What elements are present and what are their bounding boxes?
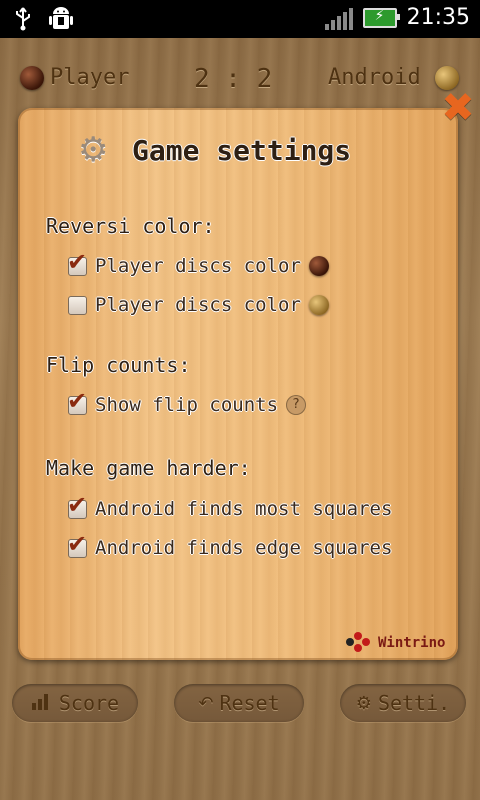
android-debug-icon xyxy=(48,6,74,36)
close-icon[interactable]: ✖ xyxy=(440,88,476,128)
checkbox[interactable]: ✔ xyxy=(67,530,87,558)
settings-panel xyxy=(18,108,458,660)
gear-icon: ⚙ xyxy=(78,130,109,170)
option-label: Show flip counts xyxy=(95,394,279,416)
option-player-discs-dark[interactable]: ✔ Player discs color xyxy=(67,248,329,280)
undo-icon: ↶ xyxy=(198,692,214,714)
brand-mark-icon xyxy=(346,632,372,654)
signal-icon xyxy=(324,6,353,30)
option-label: Android finds edge squares xyxy=(95,537,393,559)
settings-button-label: Setti. xyxy=(377,691,451,715)
option-label: Player discs color xyxy=(95,255,301,277)
score-header: Player 2 : 2 Android xyxy=(0,62,480,98)
clock: 21:35 xyxy=(406,5,470,30)
option-android-edge-squares[interactable]: ✔ Android finds edge squares xyxy=(67,530,393,562)
page-title: Game settings xyxy=(132,134,352,167)
android-label: Android xyxy=(328,65,421,90)
score-button-label: Score xyxy=(58,691,120,715)
check-icon: ✔ xyxy=(67,529,88,558)
bar-chart-icon xyxy=(31,691,53,716)
option-label: Player discs color xyxy=(95,294,301,316)
check-icon: ✔ xyxy=(67,490,88,519)
score-display: 2 : 2 xyxy=(194,64,273,94)
status-bar: ⚡ 21:35 xyxy=(0,0,480,38)
option-player-discs-light[interactable]: Player discs color xyxy=(68,291,329,319)
checkbox[interactable]: ✔ xyxy=(67,248,87,276)
settings-button[interactable]: ⚙ Setti. xyxy=(340,684,466,722)
battery-charging-icon: ⚡ xyxy=(362,7,400,28)
status-left-icons xyxy=(12,6,74,36)
dark-disc-icon xyxy=(308,256,329,276)
help-icon[interactable]: ? xyxy=(286,395,307,415)
check-icon: ✔ xyxy=(67,247,88,276)
section-title-make-harder: Make game harder: xyxy=(46,456,251,480)
checkbox[interactable] xyxy=(68,295,87,315)
gear-icon: ⚙ xyxy=(355,692,372,714)
reset-button[interactable]: ↶ Reset xyxy=(174,684,304,722)
score-button[interactable]: Score xyxy=(12,684,138,722)
light-disc-icon xyxy=(308,295,329,315)
status-right-icons: ⚡ 21:35 xyxy=(324,5,470,30)
usb-icon xyxy=(12,6,34,36)
option-android-most-squares[interactable]: ✔ Android finds most squares xyxy=(67,491,393,523)
section-title-reversi-color: Reversi color: xyxy=(46,214,215,238)
option-label: Android finds most squares xyxy=(95,498,393,520)
section-title-flip-counts: Flip counts: xyxy=(46,353,191,377)
checkbox[interactable]: ✔ xyxy=(67,491,87,519)
reset-button-label: Reset xyxy=(219,691,280,715)
checkbox[interactable]: ✔ xyxy=(67,387,87,415)
brand-logo: Wintrino xyxy=(346,632,445,654)
player-label: Player xyxy=(50,65,130,90)
option-show-flip-counts[interactable]: ✔ Show flip counts ? xyxy=(67,387,307,419)
brand-name: Wintrino xyxy=(378,635,446,651)
player-disc-icon xyxy=(20,66,44,90)
check-icon: ✔ xyxy=(67,386,88,415)
